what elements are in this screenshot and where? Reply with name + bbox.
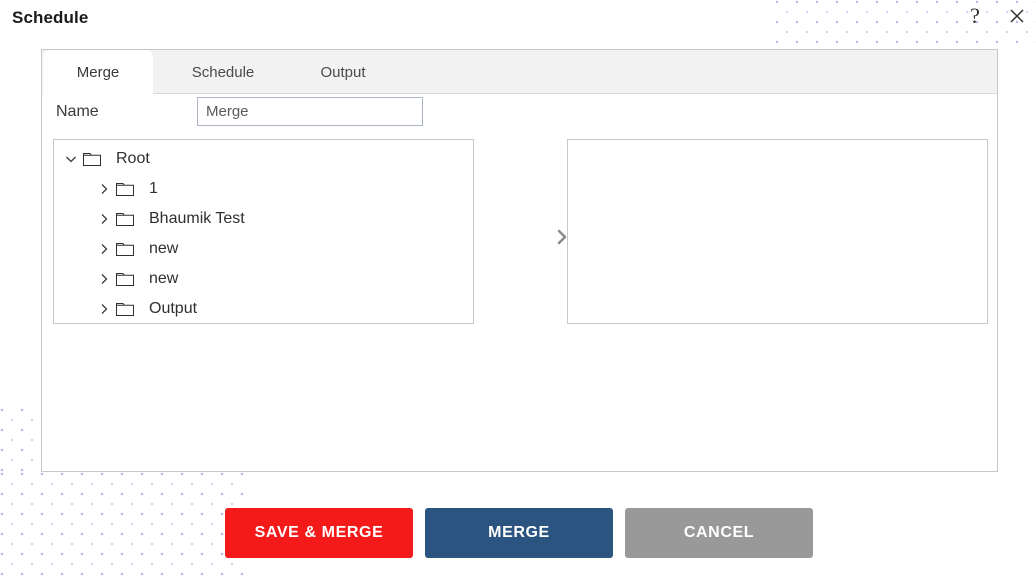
tab-merge[interactable]: Merge [43,50,153,95]
destination-folder-list[interactable] [567,139,988,324]
tree-node-new-1[interactable]: new [54,234,473,264]
folder-icon [83,150,105,168]
chevron-down-icon[interactable] [62,150,80,168]
name-label: Name [56,103,99,120]
folder-icon [116,210,138,228]
tree-node-label: 1 [149,180,158,197]
window-title: Schedule [12,8,89,27]
chevron-right-icon[interactable] [95,300,113,318]
tab-bar: Merge Schedule Output [42,50,997,95]
tab-schedule[interactable]: Schedule [168,50,278,95]
folder-icon [116,180,138,198]
source-folder-tree[interactable]: Root 1 Bhaumik Test new new Output [53,139,474,324]
folder-icon [116,240,138,258]
help-icon[interactable]: ? [963,3,987,29]
close-icon[interactable] [1007,3,1031,29]
decorative-dot-pattern-left [0,408,41,472]
window-titlebar: Schedule ? [0,0,1036,44]
cancel-button[interactable]: CANCEL [625,508,813,558]
tree-node-1[interactable]: 1 [54,174,473,204]
dialog-footer: SAVE & MERGE MERGE CANCEL [0,508,1036,560]
tab-schedule-label: Schedule [191,64,255,81]
tree-node-bhaumik-test[interactable]: Bhaumik Test [54,204,473,234]
tab-output[interactable]: Output [293,50,393,95]
tree-node-new-2[interactable]: new [54,264,473,294]
folder-icon [116,270,138,288]
tree-node-label: Root [116,150,150,167]
save-and-merge-button[interactable]: SAVE & MERGE [225,508,413,558]
tree-node-output[interactable]: Output [54,294,473,323]
chevron-right-icon[interactable] [95,240,113,258]
merge-dialog-panel: Merge Schedule Output Name Root [41,49,998,472]
tree-node-root[interactable]: Root [54,144,473,174]
name-input[interactable] [197,97,423,126]
tab-merge-label: Merge [76,64,120,81]
tree-node-label: new [149,270,179,287]
tree-node-label: Output [149,300,198,317]
chevron-right-icon[interactable] [95,210,113,228]
chevron-right-icon[interactable] [95,180,113,198]
folder-icon [116,300,138,318]
tree-node-label: Bhaumik Test [149,210,245,227]
tree-node-label: new [149,240,179,257]
chevron-right-icon[interactable] [95,270,113,288]
tab-output-label: Output [320,64,366,81]
merge-button[interactable]: MERGE [425,508,613,558]
